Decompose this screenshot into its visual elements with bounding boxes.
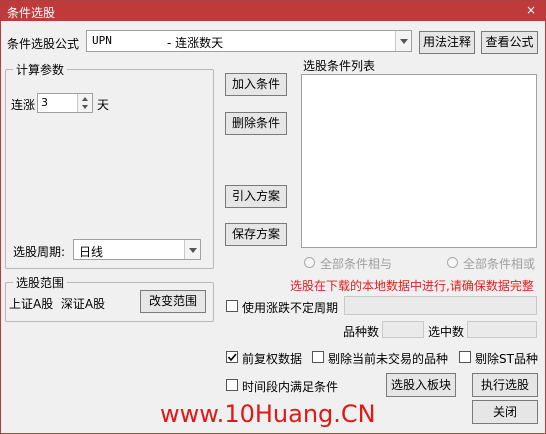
scope-title: 选股范围: [13, 274, 68, 291]
title-bar: 条件选股 ×: [1, 1, 545, 21]
param-unit: 天: [97, 98, 110, 112]
formula-code: UPN: [92, 34, 112, 47]
condition-stock-selection-dialog: 条件选股 × 条件选股公式 UPN - 连涨数天 用法注释 查看公式 计算参数 …: [0, 0, 546, 434]
usage-notes-button[interactable]: 用法注释: [419, 31, 475, 54]
checkmark-icon: [227, 353, 237, 362]
param-label: 连涨: [11, 98, 36, 112]
period-value: 日线: [79, 245, 104, 259]
selected-count-label: 选中数: [428, 325, 465, 339]
fq-label: 前复权数据: [242, 352, 303, 366]
chevron-down-icon[interactable]: [395, 31, 411, 51]
spin-arrows-icon: [82, 97, 88, 109]
count-label: 品种数: [343, 325, 380, 339]
save-plan-button[interactable]: 保存方案: [225, 223, 287, 246]
exclude-untraded-label: 剔除当前未交易的品种: [328, 352, 449, 366]
timespan-label: 时间段内满足条件: [242, 380, 339, 394]
uncertain-period-label: 使用涨跌不定周期: [242, 301, 339, 315]
exclude-untraded-checkbox[interactable]: [312, 351, 324, 363]
uncertain-period-field: [344, 296, 537, 315]
add-to-block-button[interactable]: 选股入板块: [386, 373, 456, 397]
chevron-down-icon[interactable]: [184, 240, 200, 259]
close-button[interactable]: 关闭: [472, 400, 538, 424]
watermark: www.10Huang.CN: [160, 400, 376, 428]
exclude-st-label: 剔除ST品种: [475, 352, 538, 366]
exclude-st-checkbox[interactable]: [459, 351, 471, 363]
change-scope-button[interactable]: 改变范围: [140, 290, 206, 313]
selected-count-box: [467, 321, 537, 338]
view-formula-button[interactable]: 查看公式: [481, 31, 538, 54]
formula-description: - 连涨数天: [167, 36, 224, 50]
window-title: 条件选股: [7, 6, 56, 20]
logic-or-radio[interactable]: [447, 257, 458, 268]
param-stepper[interactable]: 3: [37, 93, 93, 113]
close-icon[interactable]: ×: [523, 2, 539, 18]
period-label: 选股周期:: [13, 245, 66, 259]
execute-selection-button[interactable]: 执行选股: [472, 373, 538, 397]
period-select[interactable]: 日线: [73, 239, 201, 260]
condition-list[interactable]: [301, 74, 537, 248]
formula-label: 条件选股公式: [7, 37, 80, 51]
count-value-box: [382, 321, 424, 338]
calc-params-title: 计算参数: [13, 61, 68, 78]
scope-selected: 上证A股 深证A股: [9, 297, 106, 311]
logic-and-label: 全部条件相与: [320, 257, 393, 271]
spin-buttons[interactable]: [77, 94, 92, 112]
logic-or-label: 全部条件相或: [463, 257, 536, 271]
param-value: 3: [41, 96, 48, 109]
fq-checkbox[interactable]: [226, 351, 238, 363]
add-condition-button[interactable]: 加入条件: [225, 73, 287, 96]
timespan-checkbox[interactable]: [226, 379, 238, 391]
formula-select[interactable]: UPN - 连涨数天: [86, 30, 412, 52]
uncertain-period-checkbox[interactable]: [226, 300, 238, 312]
import-plan-button[interactable]: 引入方案: [225, 185, 287, 208]
logic-and-radio[interactable]: [304, 257, 315, 268]
condition-list-title: 选股条件列表: [303, 59, 376, 73]
delete-condition-button[interactable]: 删除条件: [225, 112, 287, 135]
data-notice: 选股在下载的本地数据中进行,请确保数据完整: [290, 279, 534, 293]
